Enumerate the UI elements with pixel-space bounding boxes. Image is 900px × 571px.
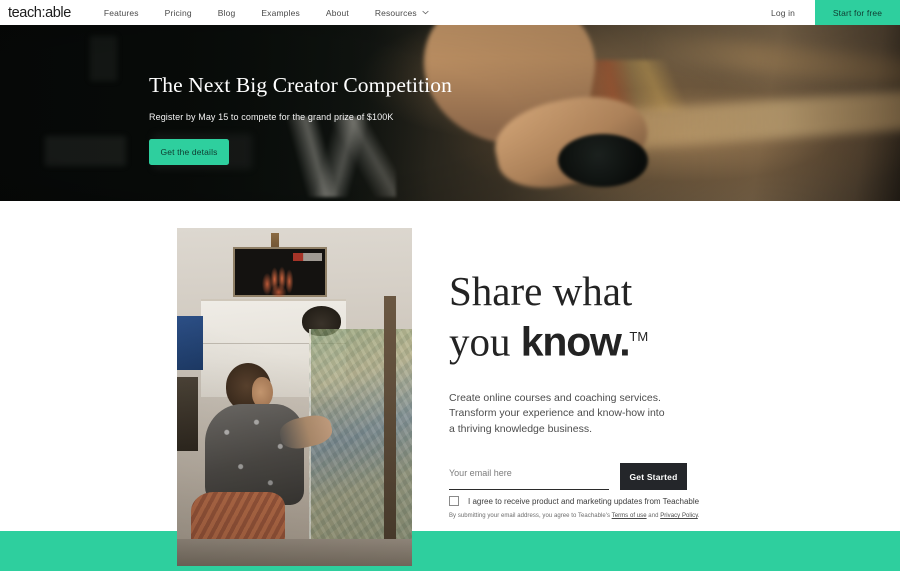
headline-line-2-serif: you [449,318,521,365]
nav-item-blog[interactable]: Blog [218,8,236,18]
legal-disclaimer: By submitting your email address, you ag… [449,513,700,519]
nav-item-examples[interactable]: Examples [261,8,300,18]
legal-mid: and [646,513,661,519]
headline-line-2-bold: know. [520,318,631,365]
teal-footer-band [0,531,900,571]
legal-suffix: . [697,513,700,519]
email-input-underline [449,489,609,490]
hero-copy-block: Share what you know.TM Create online cou… [449,268,749,437]
artist-painting-photo [177,228,412,566]
primary-nav-links: Features Pricing Blog Examples About Res… [104,8,429,18]
nav-item-about[interactable]: About [326,8,349,18]
nav-right-actions: Log in Start for free [751,0,900,25]
login-link[interactable]: Log in [751,0,815,25]
top-navigation-bar: teach:able Features Pricing Blog Example… [0,0,900,25]
teachable-logo[interactable]: teach:able [8,5,71,21]
hero-content: The Next Big Creator Competition Registe… [149,73,452,165]
privacy-policy-link[interactable]: Privacy Policy [660,513,698,519]
marketing-consent-checkbox[interactable] [449,496,459,506]
email-field-wrapper [449,463,609,490]
email-input[interactable] [449,463,609,489]
lede-paragraph: Create online courses and coaching servi… [449,391,665,435]
marketing-consent-label: I agree to receive product and marketing… [468,496,700,506]
headline-line-1: Share what [449,268,633,314]
get-the-details-button[interactable]: Get the details [149,138,229,165]
hero-banner: The Next Big Creator Competition Registe… [0,25,900,201]
terms-of-use-link[interactable]: Terms of use [612,513,647,519]
legal-prefix: By submitting your email address, you ag… [449,513,612,519]
nav-item-resources[interactable]: Resources [375,8,429,18]
landing-page: teach:able Features Pricing Blog Example… [0,0,900,571]
nav-item-resources-label: Resources [374,7,417,18]
marketing-consent-row: I agree to receive product and marketing… [449,496,699,506]
page-headline: Share what you know.TM [449,268,749,365]
hero-subtitle: Register by May 15 to compete for the gr… [149,111,394,122]
nav-item-pricing[interactable]: Pricing [165,8,192,18]
get-started-button[interactable]: Get Started [620,463,687,490]
signup-form: Get Started [449,463,689,490]
chevron-down-icon [422,9,429,16]
start-for-free-button[interactable]: Start for free [815,0,900,25]
hero-title: The Next Big Creator Competition [149,73,452,97]
nav-item-features[interactable]: Features [104,8,139,18]
trademark-symbol: TM [629,329,649,344]
